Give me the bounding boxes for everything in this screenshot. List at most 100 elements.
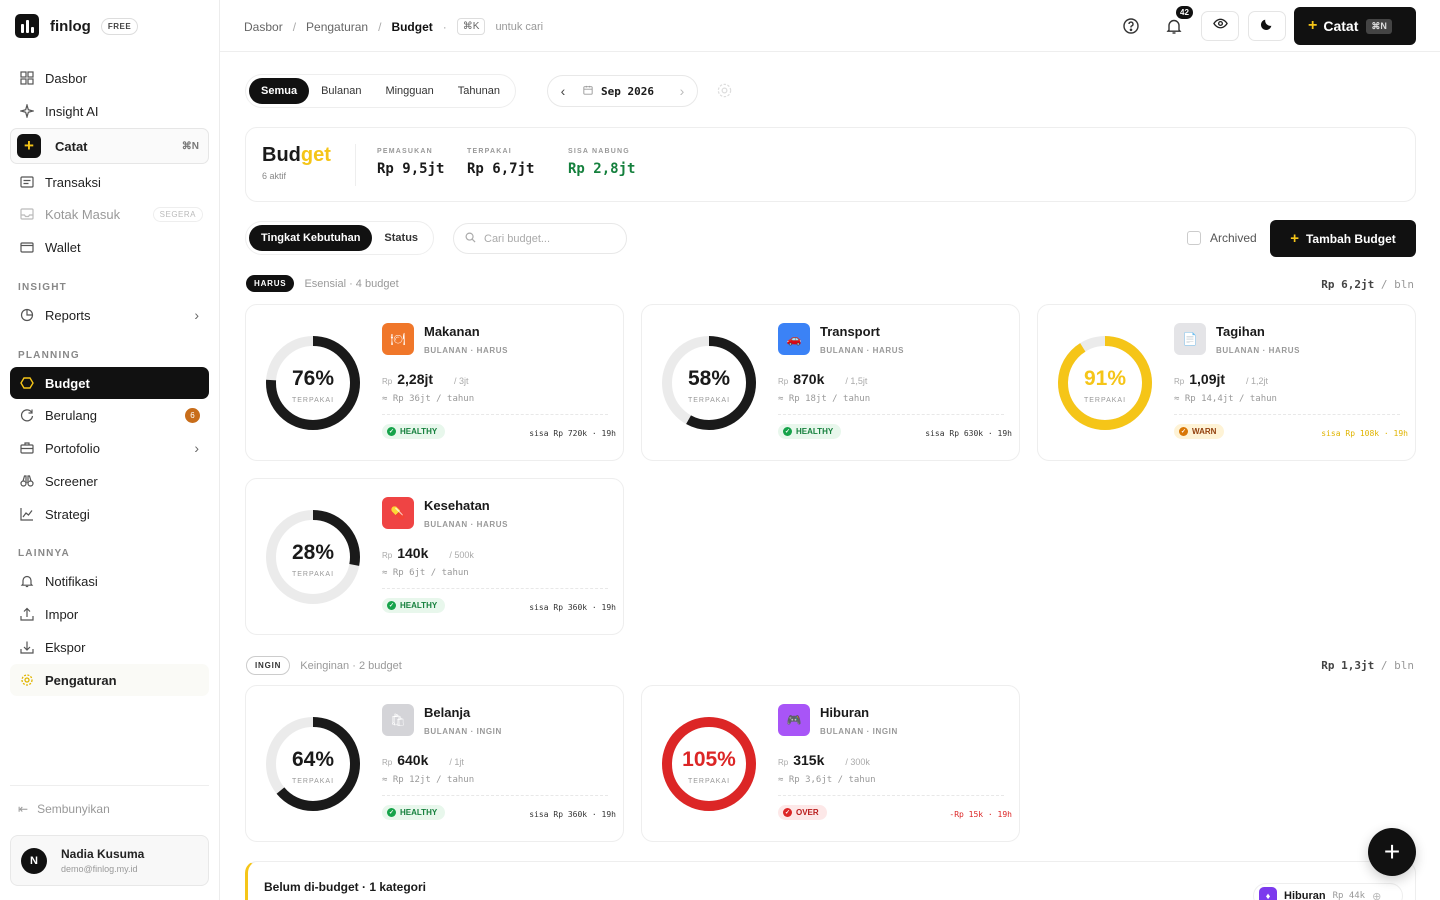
sidebar-item-kotak-masuk[interactable]: Kotak Masuk SEGERA [10, 200, 209, 228]
line-chart-icon [19, 506, 35, 522]
tab-tahunan[interactable]: Tahunan [446, 78, 512, 104]
check-icon: ✓ [387, 601, 396, 610]
budget-card[interactable]: 28% TERPAKAI 💊 Kesehatan BULANAN · HARUS… [245, 478, 624, 635]
sidebar-item-impor[interactable]: Impor [10, 600, 209, 628]
bell-icon[interactable] [1165, 17, 1183, 35]
catat-button[interactable]: + Catat ⌘N [1294, 7, 1416, 45]
sidebar-item-label: Impor [45, 606, 79, 622]
count-badge: 6 [185, 407, 200, 423]
breadcrumb-pengaturan[interactable]: Pengaturan [306, 20, 368, 34]
breadcrumb-dasbor[interactable]: Dasbor [244, 20, 283, 34]
spent-value: 1,09jt [1189, 371, 1226, 387]
status-badge: ✓ HEALTHY [382, 598, 446, 613]
add-budget-button[interactable]: + Tambah Budget [1270, 220, 1416, 257]
archived-checkbox[interactable] [1187, 231, 1201, 245]
user-card[interactable]: N Nadia Kusuma demo@finlog.my.id [10, 835, 209, 886]
sidebar-item-catat[interactable]: + Catat ⌘N [10, 128, 209, 164]
settings-gear-icon[interactable] [716, 82, 733, 104]
hide-sidebar-button[interactable]: ⇤ Sembunyikan [18, 802, 110, 816]
tab-bulanan[interactable]: Bulanan [309, 78, 373, 104]
search-hint: untuk cari [495, 20, 544, 33]
unbudgeted-chip[interactable]: ♦ Hiburan Rp 44k ⊕ [1253, 883, 1403, 900]
status-badge: ✓ HEALTHY [382, 805, 446, 820]
help-icon[interactable] [1122, 17, 1140, 35]
inbox-icon [19, 206, 35, 222]
check-icon: ✓ [783, 808, 792, 817]
budget-meta: BULANAN · INGIN [820, 727, 898, 736]
brand[interactable]: finlog FREE [15, 14, 139, 38]
notification-count-badge: 42 [1176, 6, 1193, 19]
group-header-harus: HARUS Esensial · 4 budget [246, 275, 399, 292]
coming-soon-badge: SEGERA [152, 206, 203, 222]
stat-income: PEMASUKAN Rp 9,5jt [377, 148, 444, 177]
sidebar-item-notifikasi[interactable]: Notifikasi [10, 567, 209, 595]
add-circle-icon[interactable]: ⊕ [1372, 890, 1381, 900]
app-name: finlog [50, 17, 91, 35]
sidebar-item-wallet[interactable]: Wallet [10, 233, 209, 261]
currency-label: Rp [1174, 377, 1185, 386]
sidebar-item-strategi[interactable]: Strategi [10, 500, 209, 528]
yearly-estimate: ≈ Rp 18jt / tahun [778, 394, 871, 404]
limit-value: / 1,5jt [845, 376, 868, 386]
tab-mingguan[interactable]: Mingguan [373, 78, 445, 104]
status-label: WARN [1192, 427, 1217, 436]
food-icon: 🍽 [382, 323, 414, 355]
status-label: HEALTHY [400, 808, 438, 817]
sidebar-item-pengaturan[interactable]: Pengaturan [10, 664, 209, 696]
sidebar-item-transaksi[interactable]: Transaksi [10, 168, 209, 196]
remaining-text: -Rp 15k · 19h [949, 810, 1012, 819]
divider [382, 588, 608, 589]
page-title: Budget [262, 144, 331, 167]
sidebar-item-berulang[interactable]: Berulang 6 [10, 401, 209, 429]
sidebar-item-ekspor[interactable]: Ekspor [10, 633, 209, 661]
theme-toggle-button[interactable] [1248, 11, 1286, 41]
search-input[interactable]: Cari budget... [453, 223, 627, 254]
check-icon: ✓ [387, 427, 396, 436]
stat-value: Rp 9,5jt [377, 161, 445, 177]
stat-value: Rp 6,7jt [467, 161, 535, 177]
chevron-right-icon[interactable]: › [667, 83, 697, 99]
stat-label: TERPAKAI [467, 148, 512, 155]
floating-add-button[interactable]: + [1368, 828, 1416, 876]
divider [382, 414, 608, 415]
briefcase-icon [19, 440, 35, 456]
month-picker: ‹ Sep 2026 › [547, 75, 698, 107]
budget-card[interactable]: 64% TERPAKAI 🛍 Belanja BULANAN · INGIN R… [245, 685, 624, 842]
tab-semua[interactable]: Semua [249, 78, 310, 104]
sidebar-item-dasbor[interactable]: Dasbor [10, 64, 209, 92]
month-label[interactable]: Sep 2026 [601, 85, 654, 98]
archived-toggle[interactable]: Archived [1187, 231, 1257, 245]
spent-value: 140k [397, 545, 429, 561]
eye-icon [1212, 16, 1228, 36]
toggle-visibility-button[interactable] [1201, 11, 1239, 41]
budget-amount: Rp 315k / 300k [778, 752, 870, 768]
section-lainnya-heading: LAINNYA [18, 548, 70, 559]
divider [10, 785, 209, 786]
group-amount: Rp 6,2jt [1321, 278, 1375, 291]
sidebar-item-screener[interactable]: Screener [10, 467, 209, 495]
limit-value: / 3jt [454, 376, 469, 386]
sidebar-item-reports[interactable]: Reports › [10, 301, 209, 329]
budget-meta: BULANAN · INGIN [424, 727, 502, 736]
percent-label: TERPAKAI [1083, 397, 1127, 404]
stat-label: PEMASUKAN [377, 148, 433, 155]
yearly-estimate: ≈ Rp 12jt / tahun [382, 775, 475, 785]
budget-card[interactable]: 58% TERPAKAI 🚗 Transport BULANAN · HARUS… [641, 304, 1020, 461]
sidebar-item-insight-ai[interactable]: Insight AI [10, 97, 209, 125]
budget-card[interactable]: 105% TERPAKAI 🎮 Hiburan BULANAN · INGIN … [641, 685, 1020, 842]
spent-value: 315k [793, 752, 825, 768]
budget-card[interactable]: 91% TERPAKAI 📄 Tagihan BULANAN · HARUS R… [1037, 304, 1416, 461]
search-shortcut-key[interactable]: ⌘K [456, 18, 486, 35]
tab-status[interactable]: Status [372, 225, 430, 251]
tab-tingkat-kebutuhan[interactable]: Tingkat Kebutuhan [249, 225, 373, 251]
status-label: HEALTHY [400, 601, 438, 610]
sidebar-item-portofolio[interactable]: Portofolio › [10, 434, 209, 462]
plan-badge: FREE [100, 17, 139, 35]
budget-name: Tagihan [1216, 324, 1265, 339]
sidebar-item-label: Berulang [45, 407, 98, 423]
percent-label: TERPAKAI [291, 571, 335, 578]
finlog-logo-icon [15, 14, 39, 38]
sidebar-item-budget[interactable]: Budget [10, 367, 209, 399]
budget-card[interactable]: 76% TERPAKAI 🍽 Makanan BULANAN · HARUS R… [245, 304, 624, 461]
chevron-left-icon[interactable]: ‹ [548, 83, 578, 99]
